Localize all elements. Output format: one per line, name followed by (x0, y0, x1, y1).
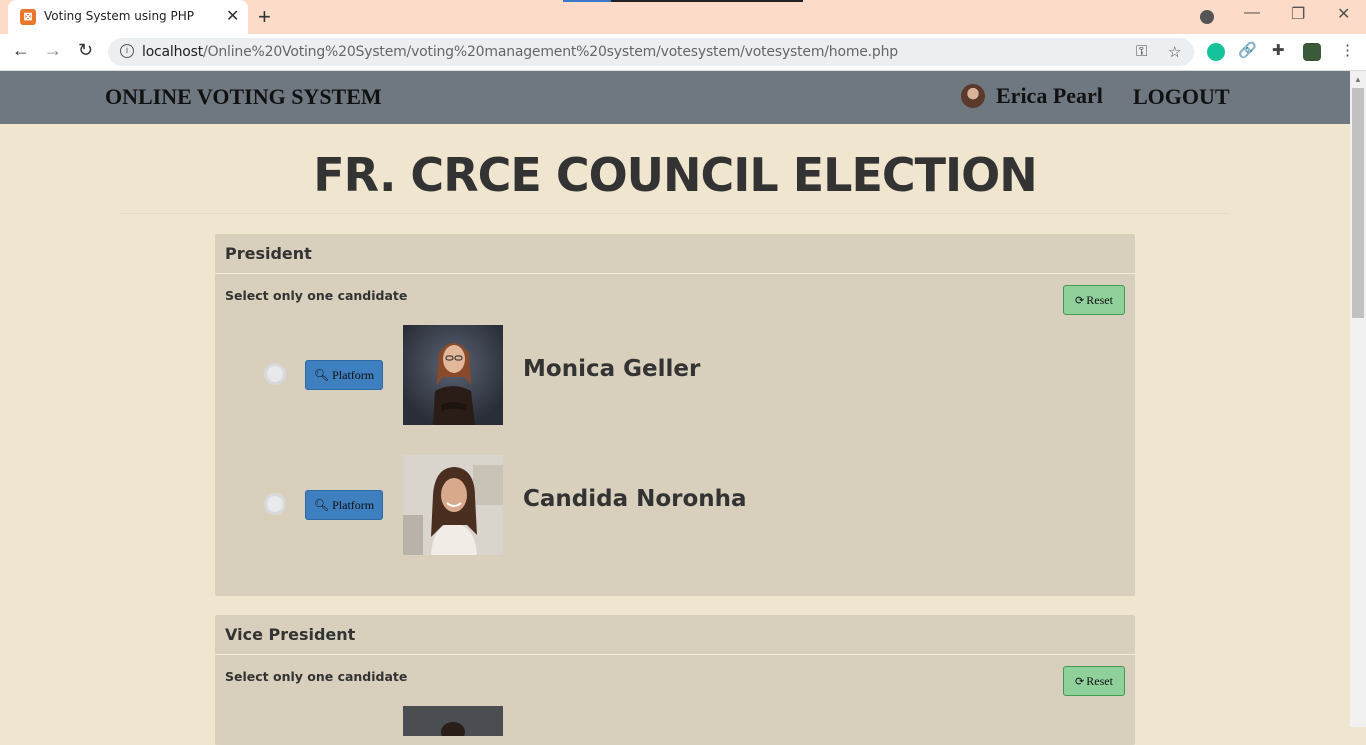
reload-icon[interactable]: ↻ (78, 40, 93, 61)
tab-title: Voting System using PHP (44, 9, 194, 23)
selection-instruction: Select only one candidate (225, 669, 408, 684)
browser-menu-icon[interactable]: ⋮ (1340, 41, 1355, 59)
candidate-radio[interactable] (264, 363, 286, 385)
position-box-president: President Select only one candidate ⟳ Res… (215, 234, 1135, 596)
scroll-thumb[interactable] (1352, 88, 1364, 318)
address-bar[interactable]: i localhost/Online%20Voting%20System/vot… (108, 38, 1194, 66)
browser-tab-strip: ⊠ Voting System using PHP ✕ + — ❐ ✕ (0, 0, 1366, 34)
profile-avatar-icon[interactable] (1303, 43, 1321, 61)
grammarly-extension-icon[interactable] (1207, 43, 1225, 61)
position-box-vice-president: Vice President Select only one candidate… (215, 615, 1135, 745)
bookmark-star-icon[interactable]: ☆ (1168, 43, 1181, 61)
xampp-favicon-icon: ⊠ (20, 9, 36, 25)
site-info-icon[interactable]: i (120, 44, 134, 58)
browser-toolbar: ← → ↻ i localhost/Online%20Voting%20Syst… (0, 34, 1366, 71)
link-extension-icon[interactable]: 🔗 (1238, 41, 1257, 59)
selection-instruction: Select only one candidate (225, 288, 408, 303)
refresh-icon: ⟳ (1075, 676, 1085, 688)
tab-search-icon[interactable] (1200, 10, 1214, 24)
page-title: FR. CRCE COUNCIL ELECTION (313, 148, 1038, 202)
title-divider (120, 213, 1230, 214)
close-tab-icon[interactable]: ✕ (226, 6, 239, 26)
candidate-photo (403, 706, 503, 736)
tab-strip-indicator-accent (563, 0, 611, 2)
candidate-photo (403, 325, 503, 425)
candidate-name: Candida Noronha (523, 486, 747, 512)
brand-title[interactable]: ONLINE VOTING SYSTEM (105, 84, 382, 110)
search-icon: 🔍︎ (313, 498, 330, 512)
url-host: localhost (142, 44, 204, 60)
platform-label: Platform (332, 368, 375, 382)
reset-button[interactable]: ⟳ Reset (1063, 285, 1125, 315)
candidate-photo (403, 455, 503, 555)
reset-label: Reset (1086, 674, 1113, 688)
candidate-photo-monica (403, 325, 503, 425)
candidate-photo-candida (403, 455, 503, 555)
user-name: Erica Pearl (996, 83, 1103, 108)
scroll-up-arrow-icon[interactable]: ▲ (1354, 75, 1362, 84)
close-window-icon[interactable]: ✕ (1337, 4, 1350, 24)
url-text: localhost/Online%20Voting%20System/votin… (142, 44, 898, 60)
candidate-photo-partial (403, 706, 503, 736)
page-scrollbar[interactable]: ▲ (1350, 71, 1366, 727)
position-title: President (215, 234, 1135, 274)
minimize-icon[interactable]: — (1244, 4, 1260, 22)
platform-label: Platform (332, 498, 375, 512)
platform-button[interactable]: 🔍︎ Platform (305, 490, 383, 520)
position-title: Vice President (215, 615, 1135, 655)
forward-icon[interactable]: → (44, 40, 62, 61)
key-icon[interactable]: ⚿ (1136, 43, 1147, 60)
new-tab-icon[interactable]: + (258, 4, 271, 30)
extensions-puzzle-icon[interactable]: ✚ (1272, 41, 1285, 59)
restore-icon[interactable]: ❐ (1291, 4, 1305, 24)
app-navbar: ONLINE VOTING SYSTEM Erica Pearl LOGOUT (0, 71, 1350, 124)
reset-button[interactable]: ⟳ Reset (1063, 666, 1125, 696)
browser-tab[interactable]: ⊠ Voting System using PHP ✕ (8, 0, 248, 34)
refresh-icon: ⟳ (1075, 295, 1085, 307)
platform-button[interactable]: 🔍︎ Platform (305, 360, 383, 390)
candidate-radio[interactable] (264, 493, 286, 515)
user-avatar (961, 84, 985, 108)
candidate-name: Monica Geller (523, 356, 701, 382)
back-icon[interactable]: ← (12, 40, 30, 61)
reset-label: Reset (1086, 293, 1113, 307)
logout-link[interactable]: LOGOUT (1133, 84, 1230, 110)
url-path: /Online%20Voting%20System/voting%20manag… (203, 44, 898, 60)
search-icon: 🔍︎ (313, 368, 330, 382)
